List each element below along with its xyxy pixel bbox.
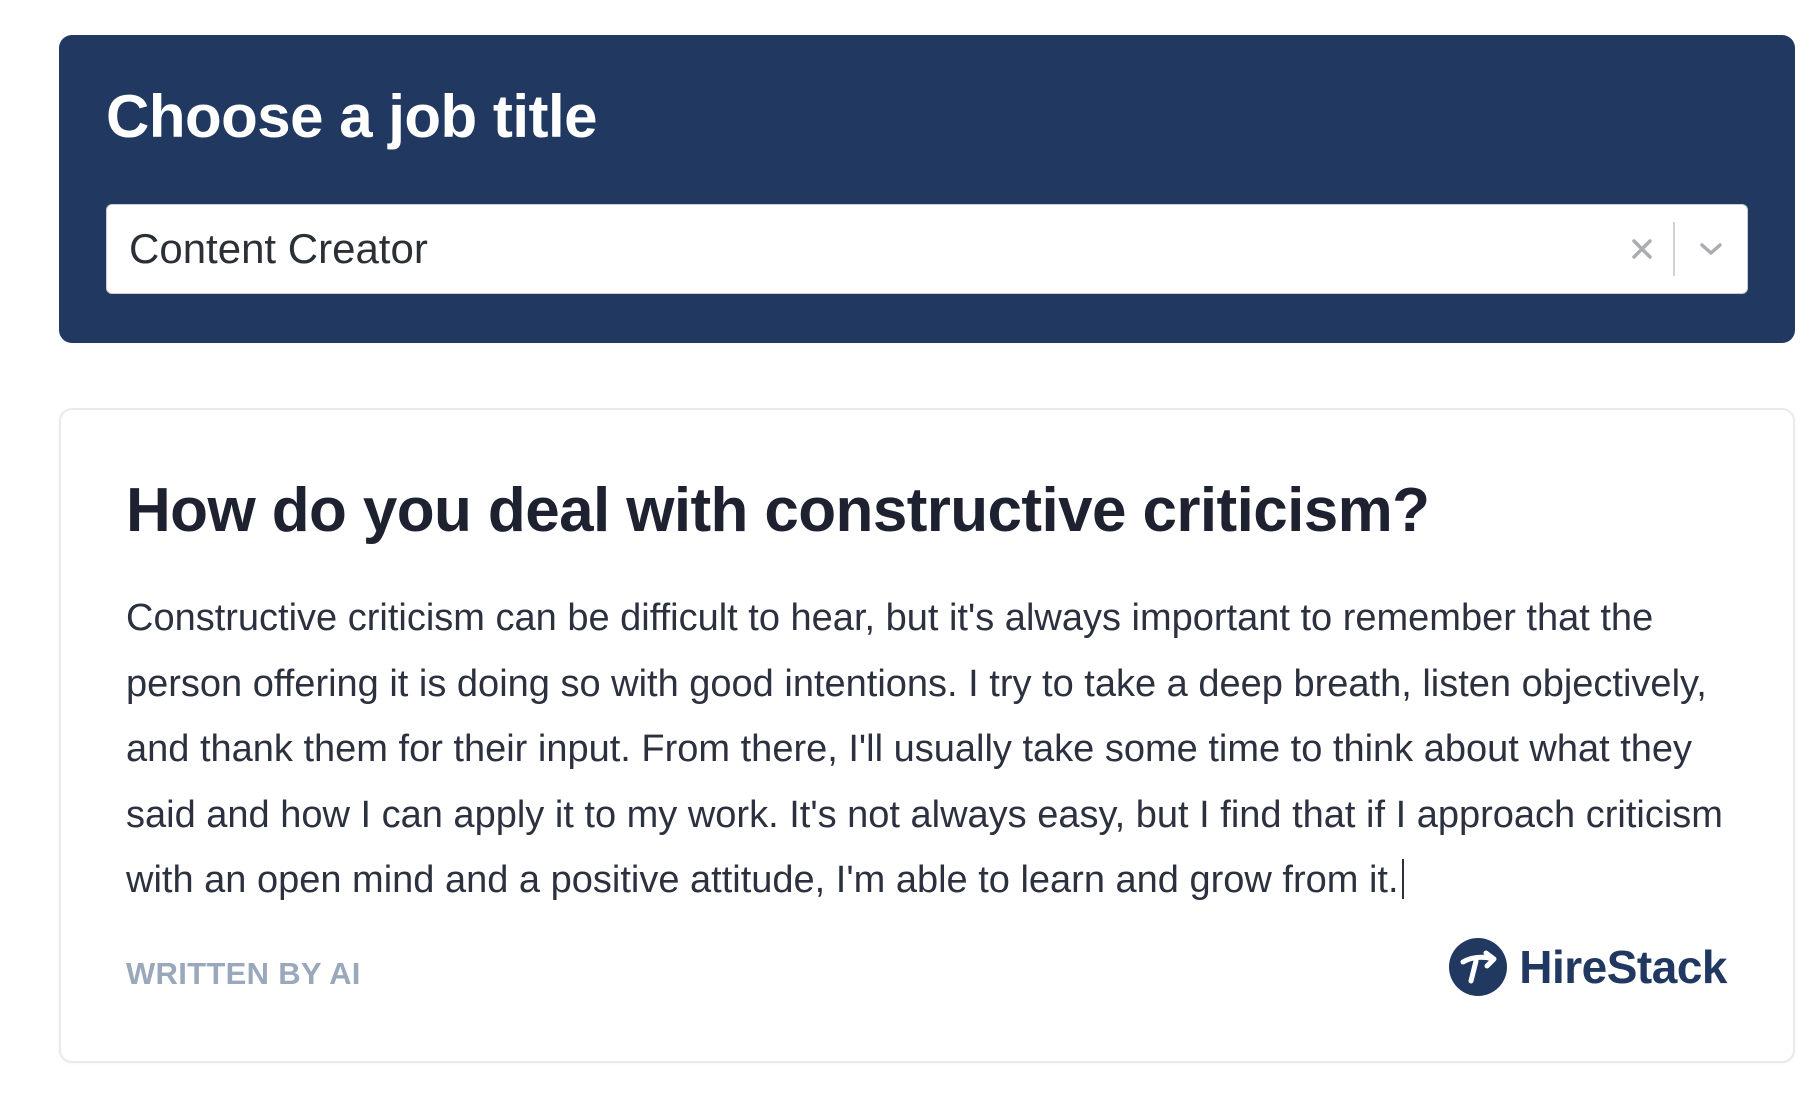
answer-card: How do you deal with constructive critic… bbox=[59, 408, 1795, 1063]
answer-text: Constructive criticism can be difficult … bbox=[126, 586, 1726, 914]
job-title-select[interactable]: Content Creator bbox=[106, 204, 1748, 294]
dropdown-toggle-button[interactable] bbox=[1675, 205, 1747, 293]
clear-selection-button[interactable] bbox=[1611, 205, 1673, 293]
job-title-panel: Choose a job title Content Creator bbox=[59, 35, 1795, 343]
question-title: How do you deal with constructive critic… bbox=[126, 476, 1430, 545]
close-icon bbox=[1632, 239, 1652, 259]
panel-title: Choose a job title bbox=[106, 83, 598, 150]
answer-body: Constructive criticism can be difficult … bbox=[126, 597, 1723, 901]
written-by-label: WRITTEN BY AI bbox=[126, 956, 361, 991]
brand-name: HireStack bbox=[1519, 941, 1727, 993]
chevron-down-icon bbox=[1700, 243, 1722, 255]
hirestack-brand-link[interactable]: HireStack bbox=[1449, 938, 1727, 996]
job-title-select-value: Content Creator bbox=[129, 225, 428, 272]
hirestack-logo-icon bbox=[1449, 938, 1508, 996]
text-cursor bbox=[1401, 859, 1404, 899]
